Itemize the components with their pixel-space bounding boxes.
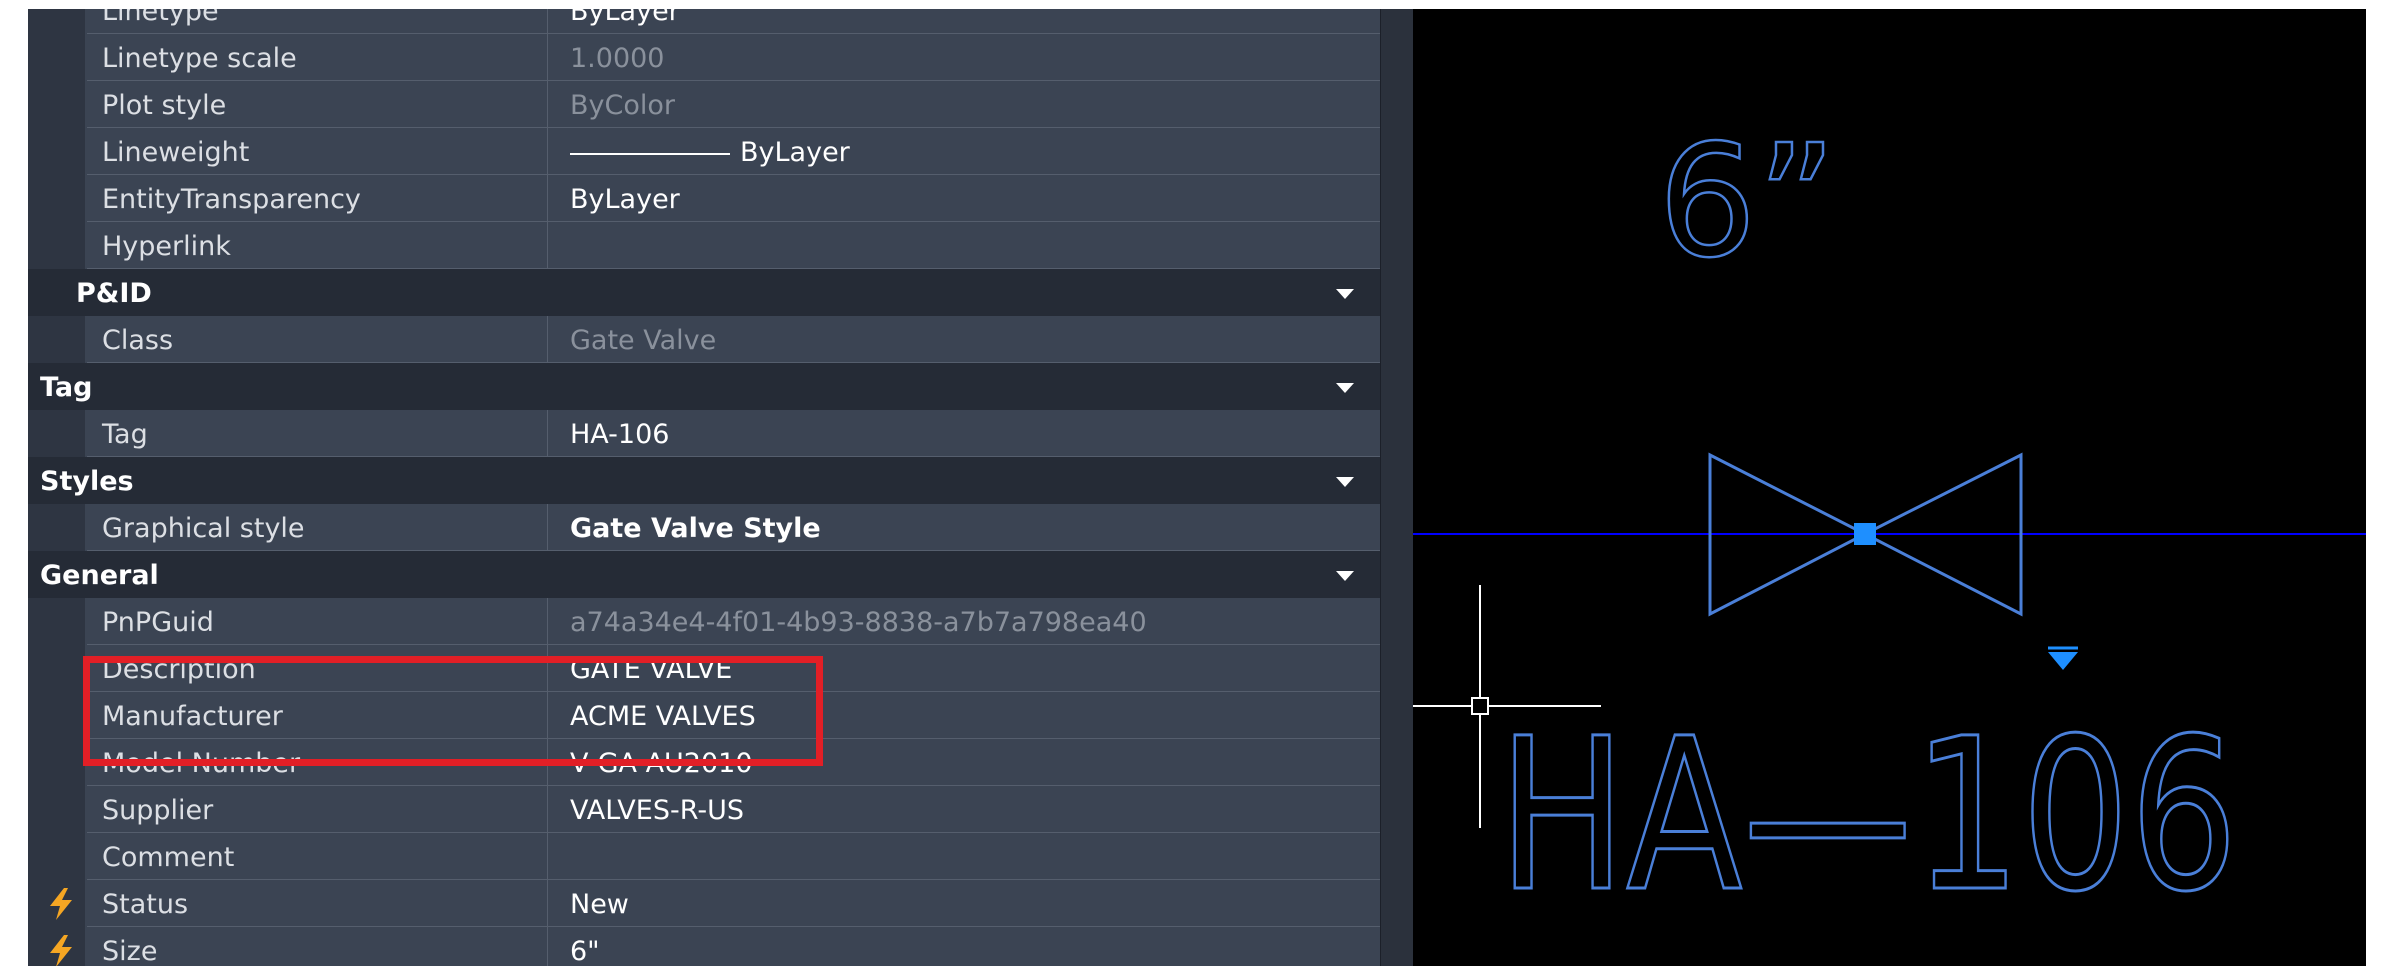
palette-scroll-divider[interactable] <box>1380 0 1413 966</box>
row-gutter <box>28 833 85 880</box>
category-p-id[interactable]: P&ID <box>28 269 1380 316</box>
property-value-cell[interactable]: 1.0000 <box>548 34 1380 81</box>
window-left-edge <box>0 0 28 966</box>
row-gutter <box>28 786 85 833</box>
property-row-linetype-scale[interactable]: Linetype scale 1.0000 <box>28 34 1380 81</box>
property-name: Plot style <box>102 90 227 121</box>
chevron-down-icon[interactable] <box>1336 289 1354 299</box>
property-value: 1.0000 <box>570 43 665 74</box>
property-name: Hyperlink <box>102 231 231 262</box>
property-value-cell[interactable]: New <box>548 880 1380 927</box>
property-row-tag[interactable]: Tag HA-106 <box>28 410 1380 457</box>
category-styles[interactable]: Styles <box>28 457 1380 504</box>
property-value-cell[interactable] <box>548 222 1380 269</box>
property-value-cell[interactable] <box>548 833 1380 880</box>
property-value-cell[interactable]: ByLayer <box>548 128 1380 175</box>
property-row-comment[interactable]: Comment <box>28 833 1380 880</box>
category-general[interactable]: General <box>28 551 1380 598</box>
tag-label-text[interactable]: HA—106 <box>1497 692 2240 940</box>
property-name: Linetype scale <box>102 43 297 74</box>
property-name: Status <box>102 889 189 920</box>
row-gutter <box>28 504 85 551</box>
property-name: EntityTransparency <box>102 184 361 215</box>
properties-grid: Linetype ByLayer Linetype scale 1.0000 Plot … <box>28 0 1380 966</box>
property-value: Gate Valve Style <box>570 513 821 544</box>
drawing-svg[interactable]: 6” HA—106 <box>1413 0 2366 966</box>
property-value-cell[interactable]: HA-106 <box>548 410 1380 457</box>
property-value: Gate Valve <box>570 325 717 356</box>
callout-highlight-box <box>83 656 823 766</box>
app-window: Linetype ByLayer Linetype scale 1.0000 Plot … <box>0 0 2381 966</box>
property-name: Lineweight <box>102 137 250 168</box>
category-tag[interactable]: Tag <box>28 363 1380 410</box>
property-row-supplier[interactable]: Supplier VALVES-R-US <box>28 786 1380 833</box>
row-gutter <box>28 880 85 927</box>
property-row-hyperlink[interactable]: Hyperlink <box>28 222 1380 269</box>
row-gutter <box>28 645 85 692</box>
property-value: ByColor <box>570 90 675 121</box>
chevron-down-icon[interactable] <box>1336 383 1354 393</box>
property-value: ByLayer <box>570 184 680 215</box>
row-gutter <box>28 175 85 222</box>
row-gutter <box>28 739 85 786</box>
property-row-size[interactable]: Size 6" <box>28 927 1380 966</box>
row-gutter <box>28 222 85 269</box>
property-value-cell[interactable]: Gate Valve <box>548 316 1380 363</box>
row-gutter <box>28 692 85 739</box>
chevron-down-icon[interactable] <box>1336 571 1354 581</box>
property-value-cell[interactable]: a74a34e4-4f01-4b93-8838-a7b7a798ea40 <box>548 598 1380 645</box>
property-value: a74a34e4-4f01-4b93-8838-a7b7a798ea40 <box>570 607 1147 638</box>
properties-palette: Linetype ByLayer Linetype scale 1.0000 Plot … <box>28 0 1413 966</box>
row-gutter <box>28 927 85 966</box>
row-gutter <box>28 410 85 457</box>
property-name: Tag <box>102 419 148 450</box>
property-row-entitytransparency[interactable]: EntityTransparency ByLayer <box>28 175 1380 222</box>
property-row-pnpguid[interactable]: PnPGuid a74a34e4-4f01-4b93-8838-a7b7a798e… <box>28 598 1380 645</box>
row-gutter <box>28 316 85 363</box>
drawing-canvas[interactable]: 6” HA—106 <box>1413 0 2366 966</box>
category-label: P&ID <box>76 278 152 309</box>
property-name: Supplier <box>102 795 214 826</box>
size-annotation-text[interactable]: 6” <box>1657 110 1838 294</box>
property-row-class[interactable]: Class Gate Valve <box>28 316 1380 363</box>
property-row-status[interactable]: Status New <box>28 880 1380 927</box>
property-value: VALVES-R-US <box>570 795 745 826</box>
row-gutter <box>28 81 85 128</box>
row-gutter <box>28 34 85 81</box>
window-right-edge <box>2366 0 2381 966</box>
property-name-cell[interactable] <box>87 410 548 457</box>
category-label: Styles <box>40 466 134 497</box>
lineweight-sample <box>570 152 730 155</box>
row-gutter <box>28 128 85 175</box>
property-value: HA-106 <box>570 419 670 450</box>
property-value-cell[interactable]: 6" <box>548 927 1380 966</box>
property-name: PnPGuid <box>102 607 214 638</box>
row-gutter <box>28 598 85 645</box>
dynamic-grip-arrow[interactable] <box>2048 652 2078 670</box>
property-row-graphical-style[interactable]: Graphical style Gate Valve Style <box>28 504 1380 551</box>
property-name: Size <box>102 936 158 966</box>
window-top-edge <box>0 0 2381 9</box>
property-name: Comment <box>102 842 235 873</box>
lightning-icon <box>50 888 72 920</box>
property-value-cell[interactable]: ByLayer <box>548 175 1380 222</box>
lightning-icon <box>50 935 72 966</box>
property-value: 6" <box>570 936 600 966</box>
property-value-cell[interactable]: ByColor <box>548 81 1380 128</box>
chevron-down-icon[interactable] <box>1336 477 1354 487</box>
category-label: Tag <box>40 372 93 403</box>
category-label: General <box>40 560 159 591</box>
property-value: ByLayer <box>570 137 850 168</box>
lineweight-label: ByLayer <box>740 137 850 168</box>
property-row-lineweight[interactable]: Lineweight ByLayer <box>28 128 1380 175</box>
grip-handle[interactable] <box>1854 523 1876 545</box>
property-value-cell[interactable]: VALVES-R-US <box>548 786 1380 833</box>
property-value: New <box>570 889 629 920</box>
property-row-plot-style[interactable]: Plot style ByColor <box>28 81 1380 128</box>
property-value-cell[interactable]: Gate Valve Style <box>548 504 1380 551</box>
property-name: Graphical style <box>102 513 305 544</box>
property-name: Class <box>102 325 174 356</box>
